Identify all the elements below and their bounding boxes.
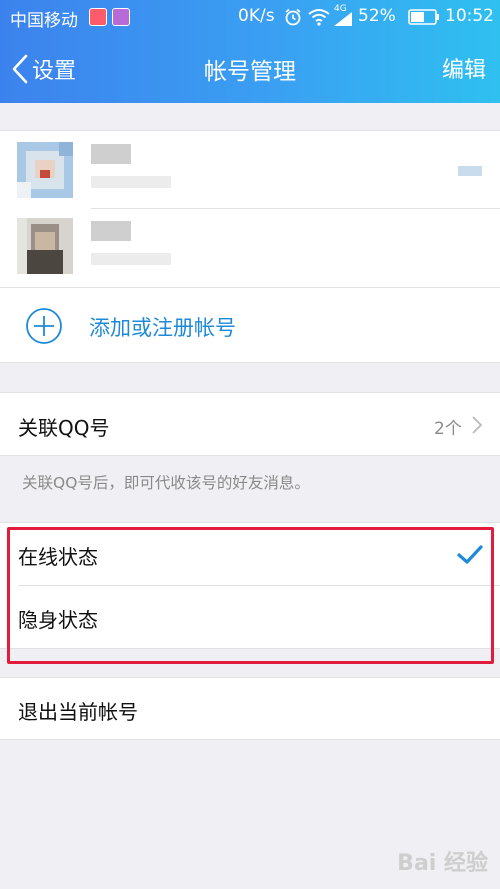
app-header: 中国移动 0K/s 4G 52% 10:52 设置 帐号管理 编辑 [0,0,500,103]
logout-label: 退出当前帐号 [18,700,138,724]
status-option-label: 在线状态 [18,545,98,569]
add-circle-icon [26,308,62,344]
status-option-label: 隐身状态 [18,608,98,632]
divider [0,648,500,649]
account-list: 添加或注册帐号 [0,130,500,363]
signal-icon [334,12,352,26]
status-option-invisible[interactable]: 隐身状态 [0,586,500,649]
linked-qq-hint: 关联QQ号后，即可代收该号的好友消息。 [22,474,310,492]
chevron-right-icon [472,416,483,434]
edit-button[interactable]: 编辑 [442,52,486,84]
divider [0,455,500,456]
account-number [91,253,171,265]
wifi-icon [308,9,330,26]
status-options: 在线状态 隐身状态 [0,522,500,649]
account-name [91,144,131,164]
account-name [91,221,131,241]
battery-icon [408,9,439,25]
watermark-text: Bai 经验 [397,851,488,876]
divider [0,677,500,678]
divider [0,392,500,393]
notification-icon [89,8,107,26]
add-account-label: 添加或注册帐号 [89,316,236,340]
avatar [17,142,73,198]
network-speed: 0K/s [238,6,275,26]
divider [0,739,500,740]
account-status-icon [458,166,482,176]
account-number [91,176,171,188]
avatar [17,218,73,274]
logout-button[interactable]: 退出当前帐号 [0,677,500,740]
linked-qq-label: 关联QQ号 [18,416,110,440]
gallery-notification-icon [112,8,130,26]
clock: 10:52 [445,6,494,26]
alarm-icon [285,8,301,26]
watermark: Bai 经验 [397,845,488,877]
status-bar: 中国移动 0K/s 4G 52% 10:52 [0,0,500,34]
battery-percent: 52% [358,6,396,26]
checkmark-icon [457,545,483,564]
account-row[interactable] [0,209,500,287]
carrier-label: 中国移动 [10,11,78,31]
nav-bar: 设置 帐号管理 编辑 [0,34,500,103]
page-title: 帐号管理 [204,59,296,85]
linked-qq-count: 2个 [434,419,462,439]
linked-qq-row[interactable]: 关联QQ号 2个 [0,392,500,456]
account-row[interactable] [0,130,500,208]
divider [0,362,500,363]
add-account-button[interactable]: 添加或注册帐号 [0,288,500,363]
status-option-online[interactable]: 在线状态 [0,522,500,585]
